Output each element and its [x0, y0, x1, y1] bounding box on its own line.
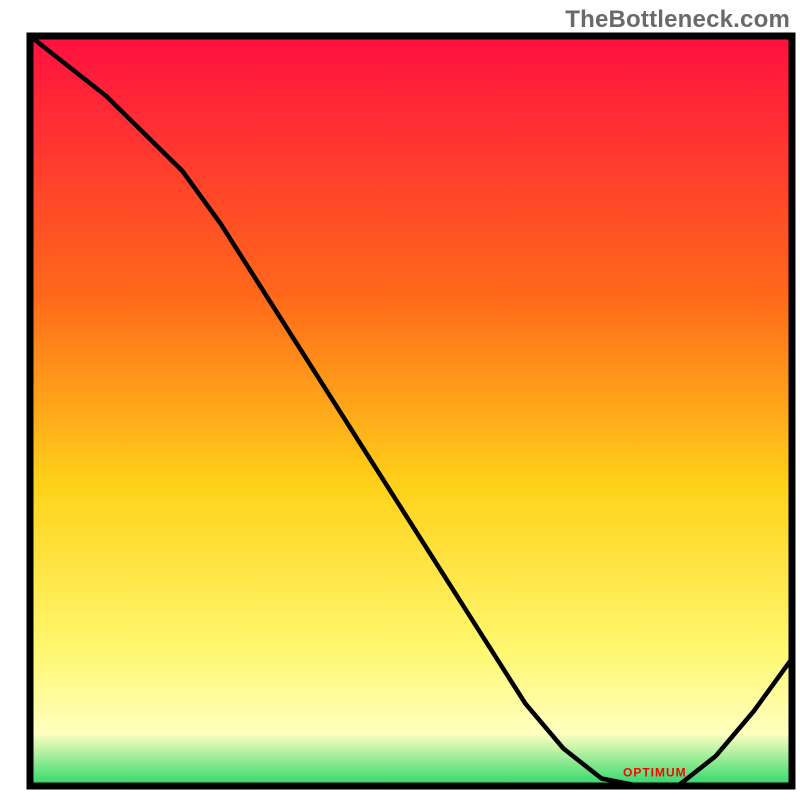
chart-stage: TheBottleneck.com OPTIMUM: [0, 0, 800, 800]
plot-area: [30, 36, 792, 786]
chart-svg: OPTIMUM: [0, 0, 800, 800]
optimum-label: OPTIMUM: [623, 766, 687, 780]
